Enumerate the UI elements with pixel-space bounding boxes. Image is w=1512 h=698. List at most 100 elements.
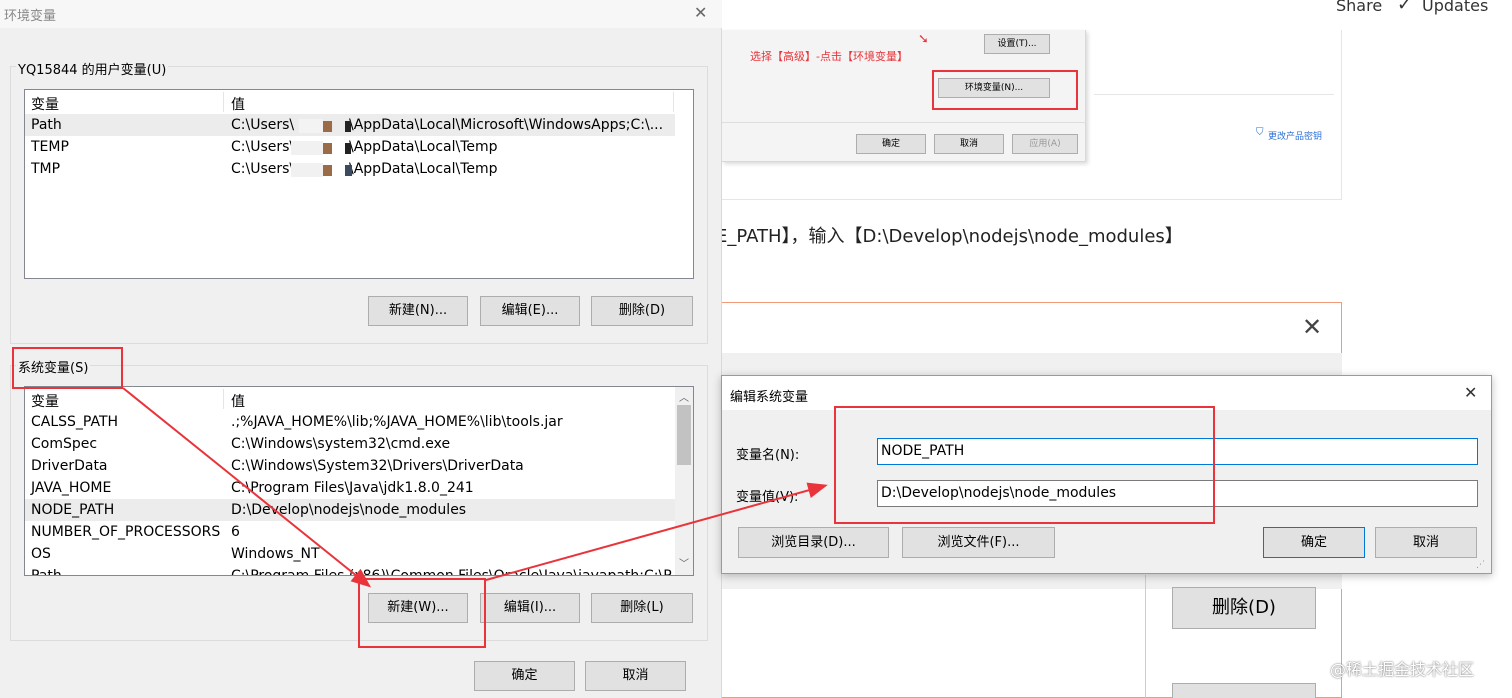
- header-divider: [223, 92, 224, 112]
- header-divider: [673, 92, 674, 112]
- scroll-thumb[interactable]: [677, 405, 691, 465]
- var-value-suffix: \AppData\Local\Temp: [349, 139, 498, 155]
- settings-button[interactable]: 设置(T)...: [984, 34, 1050, 54]
- article-text: E_PATH】，输入【D:\Develop\nodejs\node_module…: [716, 226, 1183, 247]
- props-panel: 选择【高级】-点击【环境变量】 ➘ 设置(T)... 环境变量(N)... 确定…: [722, 30, 1086, 162]
- check-icon: ✓: [1397, 0, 1413, 15]
- var-value-prefix: C:\Users\: [231, 117, 295, 133]
- col-val-header[interactable]: 值: [231, 391, 245, 411]
- env-dialog-titlebar: 环境变量 ✕: [0, 0, 722, 28]
- user-edit-button[interactable]: 编辑(E)...: [480, 296, 580, 326]
- var-value: 6: [231, 524, 240, 540]
- redacted-username: [345, 121, 351, 132]
- var-name: ComSpec: [31, 436, 98, 452]
- close-icon[interactable]: ✕: [694, 3, 707, 22]
- resize-grip-icon[interactable]: ⋰: [1476, 560, 1485, 570]
- table-row[interactable]: Path C:\Program Files (x86)\Common Files…: [25, 565, 683, 576]
- var-value: Windows_NT: [231, 546, 320, 562]
- system-edit-button[interactable]: 编辑(I)...: [480, 593, 580, 623]
- redacted-username: [345, 165, 352, 176]
- header-divider: [223, 389, 224, 409]
- redacted-username: [299, 119, 323, 133]
- edit-dialog-titlebar: 编辑系统变量 ✕: [722, 376, 1491, 410]
- bg-dialog-inner: [722, 575, 1146, 698]
- bg-close-icon[interactable]: ✕: [1302, 313, 1322, 341]
- props-cancel-button[interactable]: 取消: [934, 134, 1004, 154]
- var-name: TMP: [31, 161, 61, 177]
- change-key-link[interactable]: 更改产品密钥: [1268, 129, 1322, 142]
- list-header: 变量 值: [25, 388, 675, 410]
- var-value: C:\Program Files (x86)\Common Files\Orac…: [231, 568, 683, 576]
- bg-extra-button[interactable]: [1172, 683, 1316, 698]
- var-value: .;%JAVA_HOME%\lib;%JAVA_HOME%\lib\tools.…: [231, 414, 563, 430]
- props-instruction: 选择【高级】-点击【环境变量】: [750, 50, 908, 63]
- scroll-up-icon[interactable]: ︿: [679, 389, 689, 404]
- system-vars-list[interactable]: 变量 值 CALSS_PATH .;%JAVA_HOME%\lib;%JAVA_…: [24, 386, 694, 576]
- table-row[interactable]: CALSS_PATH .;%JAVA_HOME%\lib;%JAVA_HOME%…: [25, 411, 675, 433]
- var-value: C:\Program Files\Java\jdk1.8.0_241: [231, 480, 474, 496]
- var-name: OS: [31, 546, 51, 562]
- user-vars-list[interactable]: 变量 值 Path C:\Users\ \AppData\Local\Micro…: [24, 89, 694, 279]
- var-name-label: 变量名(N):: [736, 448, 800, 463]
- ok-button[interactable]: 确定: [474, 661, 575, 691]
- table-row[interactable]: OS Windows_NT: [25, 543, 675, 565]
- user-vars-label: YQ15844 的用户变量(U): [16, 59, 169, 78]
- redacted-username: [323, 165, 332, 176]
- var-name: NODE_PATH: [31, 502, 115, 518]
- redacted-username: [323, 143, 332, 154]
- props-ok-button[interactable]: 确定: [856, 134, 926, 154]
- col-var-header[interactable]: 变量: [31, 391, 59, 411]
- var-name: TEMP: [31, 139, 69, 155]
- redacted-username: [323, 121, 332, 132]
- close-icon[interactable]: ✕: [1464, 383, 1477, 402]
- var-value-suffix: \AppData\Local\Microsoft\WindowsApps;C:\…: [349, 117, 664, 133]
- edit-cancel-button[interactable]: 取消: [1375, 527, 1477, 558]
- redacted-username: [291, 163, 323, 177]
- var-name: Path: [31, 568, 62, 576]
- pointer-arrow-icon: ➘: [918, 32, 929, 47]
- watermark: @稀土掘金技术社区: [1330, 660, 1475, 679]
- cancel-button[interactable]: 取消: [585, 661, 686, 691]
- table-row[interactable]: DriverData C:\Windows\System32\Drivers\D…: [25, 455, 675, 477]
- browse-dir-button[interactable]: 浏览目录(D)...: [738, 527, 889, 558]
- table-row[interactable]: JAVA_HOME C:\Program Files\Java\jdk1.8.0…: [25, 477, 675, 499]
- bg-delete-button[interactable]: 删除(D): [1172, 587, 1316, 629]
- env-dialog-title: 环境变量: [4, 9, 57, 24]
- new-button-highlight: [358, 578, 486, 648]
- list-header: 变量 值: [25, 91, 693, 114]
- var-name: JAVA_HOME: [31, 480, 112, 496]
- scroll-down-icon[interactable]: ﹀: [679, 555, 689, 570]
- panel-separator: [1094, 94, 1334, 95]
- env-button-highlight: [932, 70, 1078, 110]
- var-name: NUMBER_OF_PROCESSORS: [31, 524, 221, 540]
- background-article: Share ✓ Updates 选择【高级】-点击【环境变量】 ➘ 设置(T).…: [716, 0, 1512, 698]
- user-delete-button[interactable]: 删除(D): [591, 296, 693, 326]
- updates-link[interactable]: Updates: [1422, 0, 1488, 15]
- edit-ok-button[interactable]: 确定: [1263, 527, 1365, 558]
- edit-dialog-title: 编辑系统变量: [730, 390, 809, 405]
- props-apply-button[interactable]: 应用(A): [1012, 134, 1078, 154]
- table-row[interactable]: ComSpec C:\Windows\system32\cmd.exe: [25, 433, 675, 455]
- table-row[interactable]: NODE_PATH D:\Develop\nodejs\node_modules: [25, 499, 675, 521]
- var-name: DriverData: [31, 458, 108, 474]
- var-value: C:\Windows\system32\cmd.exe: [231, 436, 451, 452]
- shield-icon: ⛉: [1256, 127, 1264, 138]
- var-value-label: 变量值(V):: [736, 490, 799, 505]
- scrollbar[interactable]: ︿ ﹀: [675, 387, 693, 575]
- var-name: Path: [31, 117, 62, 133]
- var-value: D:\Develop\nodejs\node_modules: [231, 502, 467, 518]
- browse-file-button[interactable]: 浏览文件(F)...: [902, 527, 1055, 558]
- redacted-username: [291, 141, 323, 155]
- table-row[interactable]: NUMBER_OF_PROCESSORS 6: [25, 521, 675, 543]
- user-new-button[interactable]: 新建(N)...: [368, 296, 468, 326]
- var-value-prefix: C:\Users\: [231, 139, 295, 155]
- system-delete-button[interactable]: 删除(L): [591, 593, 693, 623]
- var-value: C:\Windows\System32\Drivers\DriverData: [231, 458, 524, 474]
- var-value-prefix: C:\Users\: [231, 161, 295, 177]
- props-divider: [722, 122, 1086, 123]
- share-link[interactable]: Share: [1336, 0, 1382, 15]
- col-val-header[interactable]: 值: [231, 94, 245, 114]
- col-var-header[interactable]: 变量: [31, 94, 59, 114]
- var-value-suffix: \AppData\Local\Temp: [349, 161, 498, 177]
- redacted-username: [345, 143, 351, 154]
